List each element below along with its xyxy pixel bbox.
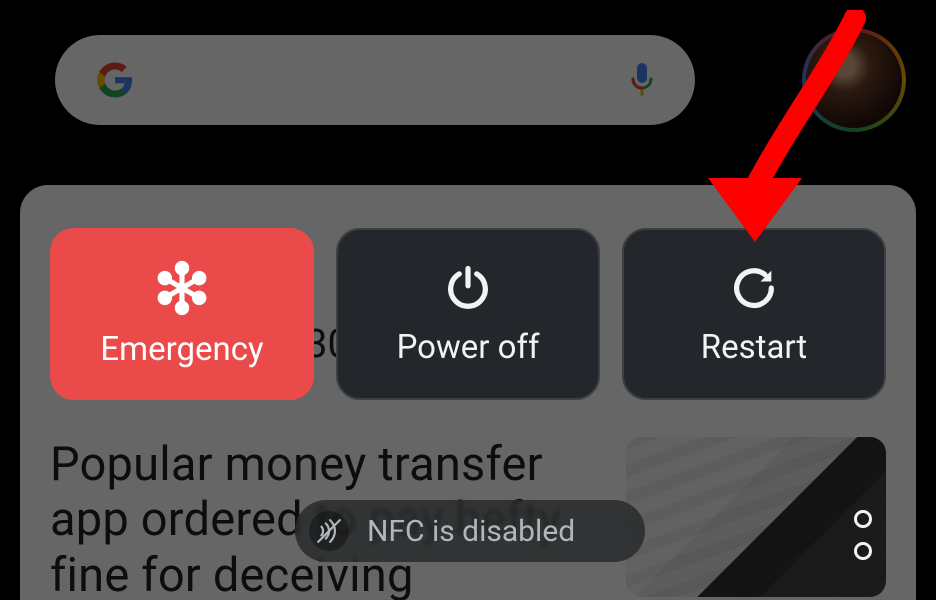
avatar-image	[806, 32, 902, 128]
mic-icon[interactable]	[629, 62, 655, 98]
power-off-button[interactable]: Power off	[336, 228, 600, 400]
dot-icon	[854, 510, 872, 528]
restart-label: Restart	[701, 328, 807, 367]
nfc-off-icon	[309, 511, 349, 551]
power-icon	[442, 262, 494, 314]
emergency-label: Emergency	[100, 330, 263, 369]
medical-asterisk-icon	[154, 260, 210, 316]
google-search-bar[interactable]	[55, 35, 695, 125]
more-options-button[interactable]	[852, 510, 874, 560]
nfc-toast-text: NFC is disabled	[367, 514, 575, 549]
restart-button[interactable]: Restart	[622, 228, 886, 400]
feed-thumbnail	[626, 437, 886, 597]
google-logo-icon	[95, 60, 135, 100]
emergency-button[interactable]: Emergency	[50, 228, 314, 400]
nfc-disabled-toast: NFC is disabled	[295, 500, 645, 562]
power-menu: Emergency Power off Restart	[50, 228, 886, 400]
dot-icon	[854, 542, 872, 560]
restart-icon	[728, 262, 780, 314]
account-avatar[interactable]	[802, 28, 906, 132]
power-off-label: Power off	[397, 328, 540, 367]
